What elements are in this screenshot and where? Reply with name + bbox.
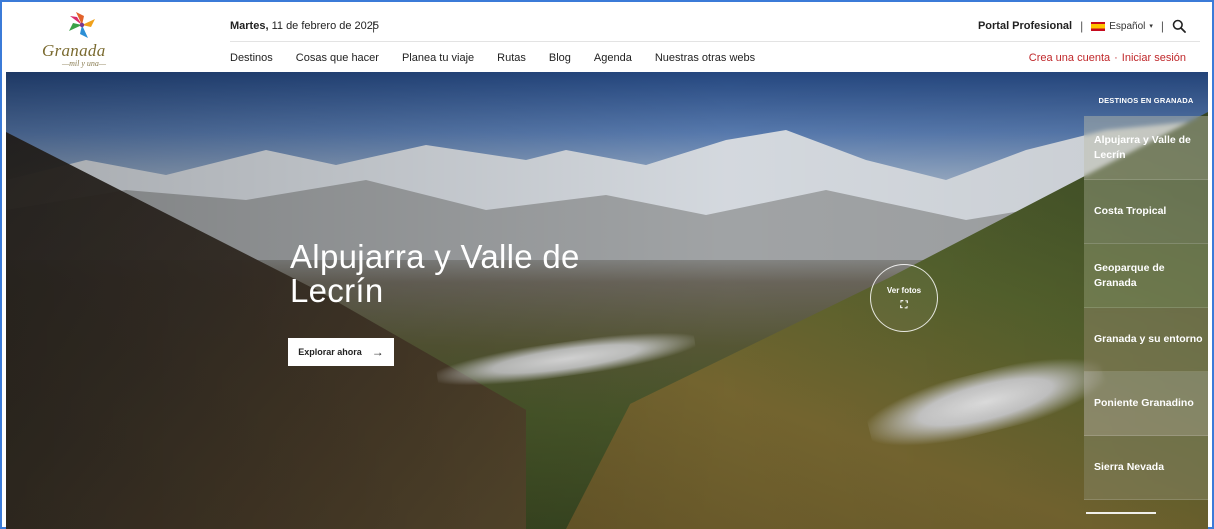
nav-item-cosas-que-hacer[interactable]: Cosas que hacer — [296, 52, 379, 64]
destination-item-sierra-nevada[interactable]: Sierra Nevada — [1084, 436, 1208, 500]
destination-item-alpujarra[interactable]: Alpujarra y Valle de Lecrín — [1084, 116, 1208, 180]
destination-item-granada-entorno[interactable]: Granada y su entorno — [1084, 308, 1208, 372]
account-links: Crea una cuenta · Iniciar sesión — [1029, 52, 1186, 64]
nav-item-rutas[interactable]: Rutas — [497, 52, 526, 64]
separator: | — [1080, 19, 1084, 33]
spain-flag-icon — [1091, 21, 1106, 31]
current-date: Martes, 11 de febrero de 2025 — [230, 20, 379, 32]
view-photos-label: Ver fotos — [886, 285, 922, 295]
arrow-right-icon: → — [371, 345, 384, 359]
expand-icon: ⛶ — [900, 299, 908, 311]
language-label: Español — [1109, 20, 1146, 32]
portal-profesional-link[interactable]: Portal Profesional — [978, 20, 1072, 32]
logo-tagline: —mil y una— — [62, 59, 106, 68]
slider-progress-bar — [1086, 512, 1156, 514]
logo-wordmark: Granada — [42, 41, 106, 60]
nav-item-blog[interactable]: Blog — [549, 52, 571, 64]
language-selector[interactable]: Español ▾ — [1091, 21, 1153, 32]
nav-item-planea-tu-viaje[interactable]: Planea tu viaje — [402, 52, 474, 64]
login-link[interactable]: Iniciar sesión — [1122, 52, 1186, 64]
account-separator: · — [1114, 52, 1118, 64]
pinwheel-logo-icon — [69, 12, 95, 38]
destination-item-costa-tropical[interactable]: Costa Tropical — [1084, 180, 1208, 244]
destination-item-geoparque[interactable]: Geoparque de Granada — [1084, 244, 1208, 308]
explore-now-button[interactable]: Explorar ahora → — [288, 338, 394, 366]
chevron-down-icon: ▾ — [1149, 23, 1153, 30]
destinations-heading: DESTINOS EN GRANADA — [1098, 96, 1194, 105]
hero-title: Alpujarra y Valle de Lecrín — [290, 238, 580, 309]
nav-item-otras-webs[interactable]: Nuestras otras webs — [655, 52, 755, 64]
site-header: Granada —mil y una— Martes, 11 de febrer… — [6, 8, 1208, 72]
explore-label: Explorar ahora — [298, 347, 362, 357]
date-separator: | — [372, 19, 376, 33]
destinations-list: Alpujarra y Valle de Lecrín Costa Tropic… — [1084, 116, 1208, 500]
hero-banner: Alpujarra y Valle de Lecrín Explorar aho… — [6, 72, 1208, 529]
main-nav: Destinos Cosas que hacer Planea tu viaje… — [230, 52, 755, 64]
search-icon[interactable] — [1172, 19, 1186, 33]
separator: | — [1160, 19, 1164, 33]
create-account-link[interactable]: Crea una cuenta — [1029, 52, 1110, 64]
view-photos-button[interactable]: Ver fotos ⛶ — [870, 264, 938, 332]
date-text: 11 de febrero de 2025 — [268, 20, 380, 32]
destination-item-poniente[interactable]: Poniente Granadino — [1084, 372, 1208, 436]
nav-item-agenda[interactable]: Agenda — [594, 52, 632, 64]
date-day: Martes, — [230, 20, 269, 32]
nav-item-destinos[interactable]: Destinos — [230, 52, 273, 64]
top-utility-bar: Portal Profesional | Español ▾ | — [978, 16, 1186, 36]
header-divider — [230, 41, 1200, 42]
granada-logo[interactable]: Granada —mil y una— — [38, 8, 128, 72]
